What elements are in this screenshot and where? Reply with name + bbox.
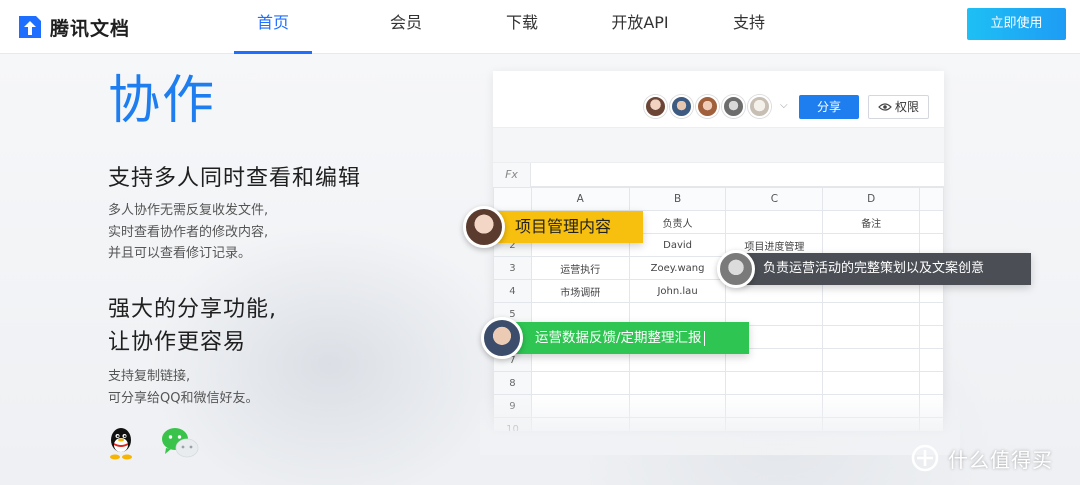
cell[interactable] bbox=[822, 348, 921, 372]
cell[interactable]: 运营执行 bbox=[530, 256, 630, 280]
formula-bar[interactable]: Fx bbox=[493, 163, 944, 187]
tencent-docs-logo-icon bbox=[19, 16, 41, 38]
cell[interactable]: 负责人 bbox=[628, 210, 727, 234]
collaborator-avatars[interactable] bbox=[644, 95, 771, 118]
cell[interactable]: 备注 bbox=[822, 210, 921, 234]
watermark-text: 什么值得买 bbox=[948, 447, 1053, 472]
cell[interactable] bbox=[725, 371, 824, 395]
feature-share-line: 支持复制链接, bbox=[108, 369, 191, 384]
avatar[interactable] bbox=[748, 95, 771, 118]
callout-bubble: 运营数据反馈/定期整理汇报 bbox=[511, 322, 749, 354]
avatar bbox=[463, 206, 505, 248]
cell[interactable] bbox=[822, 371, 921, 395]
share-button[interactable]: 分享 bbox=[799, 95, 859, 119]
wechat-icon[interactable] bbox=[160, 426, 200, 460]
cell[interactable]: 市场调研 bbox=[530, 279, 630, 303]
nav-open-api[interactable]: 开放API bbox=[595, 0, 685, 54]
chevron-down-icon[interactable]: ⌵ bbox=[780, 100, 788, 111]
cell[interactable] bbox=[919, 302, 944, 326]
cell[interactable] bbox=[822, 325, 921, 349]
cell[interactable] bbox=[919, 371, 944, 395]
feature-share-title: 强大的分享功能, 让协作更容易 bbox=[108, 293, 277, 359]
callout-text: 运营数据反馈/定期整理汇报 bbox=[535, 330, 702, 346]
share-targets bbox=[106, 426, 200, 460]
text-cursor bbox=[703, 330, 705, 346]
column-header bbox=[919, 187, 944, 211]
logo-text: 腾讯文档 bbox=[50, 17, 131, 40]
feature-share-title-line: 让协作更容易 bbox=[108, 330, 247, 355]
avatar[interactable] bbox=[696, 95, 719, 118]
hero-title: 协作 bbox=[108, 71, 217, 131]
avatar bbox=[481, 317, 523, 359]
cell[interactable] bbox=[628, 371, 727, 395]
nav-membership[interactable]: 会员 bbox=[367, 0, 445, 54]
cell[interactable]: David bbox=[628, 233, 727, 257]
callout-ops-planning: 负责运营活动的完整策划以及文案创意 bbox=[717, 250, 1031, 288]
editor-toolbar bbox=[493, 127, 944, 163]
logo[interactable]: 腾讯文档 bbox=[16, 12, 130, 42]
row-number[interactable]: 8 bbox=[493, 371, 532, 395]
feature-collab-desc: 多人协作无需反复收发文件, 实时查看协作者的修改内容, 并且可以查看修订记录。 bbox=[108, 200, 268, 265]
cell[interactable] bbox=[725, 210, 824, 234]
feature-collab-line: 并且可以查看修订记录。 bbox=[108, 246, 252, 261]
column-header[interactable]: D bbox=[822, 187, 921, 211]
avatar[interactable] bbox=[722, 95, 745, 118]
feature-collab-title: 支持多人同时查看和编辑 bbox=[108, 166, 362, 191]
callout-data-report: 运营数据反馈/定期整理汇报 bbox=[481, 317, 749, 359]
cell[interactable] bbox=[530, 371, 630, 395]
cell[interactable] bbox=[822, 302, 921, 326]
smzdm-logo-icon bbox=[911, 444, 939, 472]
callout-text: 项目管理内容 bbox=[493, 211, 643, 243]
feature-share-title-line: 强大的分享功能, bbox=[108, 297, 277, 322]
main-nav: 首页 会员 下载 开放API 支持 bbox=[234, 0, 788, 54]
table-row: 8 bbox=[493, 371, 944, 395]
cell[interactable]: Zoey.wang bbox=[628, 256, 727, 280]
avatar[interactable] bbox=[670, 95, 693, 118]
column-header[interactable]: B bbox=[628, 187, 727, 211]
avatar bbox=[717, 250, 755, 288]
qq-icon[interactable] bbox=[106, 426, 136, 460]
preview-fade-overlay bbox=[480, 395, 960, 455]
avatar[interactable] bbox=[644, 95, 667, 118]
column-header[interactable]: C bbox=[725, 187, 824, 211]
feature-collab-line: 多人协作无需反复收发文件, bbox=[108, 203, 269, 218]
cell[interactable]: John.lau bbox=[628, 279, 727, 303]
feature-share-line: 可分享给QQ和微信好友。 bbox=[108, 390, 259, 406]
nav-home[interactable]: 首页 bbox=[234, 0, 312, 54]
callout-text: 负责运营活动的完整策划以及文案创意 bbox=[743, 253, 1031, 285]
cell[interactable] bbox=[919, 325, 944, 349]
permission-button[interactable]: 权限 bbox=[868, 95, 929, 119]
nav-download[interactable]: 下载 bbox=[483, 0, 561, 54]
feature-collab-line: 实时查看协作者的修改内容, bbox=[108, 224, 269, 240]
row-number[interactable]: 3 bbox=[493, 256, 532, 280]
watermark: 什么值得买 bbox=[908, 443, 1053, 473]
eye-icon bbox=[878, 103, 892, 111]
callout-project-content: 项目管理内容 bbox=[463, 206, 643, 248]
cell[interactable] bbox=[919, 210, 944, 234]
top-header: 腾讯文档 首页 会员 下载 开放API 支持 立即使用 bbox=[0, 0, 1080, 54]
cell[interactable] bbox=[919, 348, 944, 372]
feature-share-desc: 支持复制链接, 可分享给QQ和微信好友。 bbox=[108, 366, 258, 409]
permission-label: 权限 bbox=[894, 100, 919, 114]
start-using-button[interactable]: 立即使用 bbox=[967, 8, 1066, 40]
nav-support[interactable]: 支持 bbox=[710, 0, 788, 54]
row-number[interactable]: 4 bbox=[493, 279, 532, 303]
fx-label: Fx bbox=[493, 163, 531, 187]
